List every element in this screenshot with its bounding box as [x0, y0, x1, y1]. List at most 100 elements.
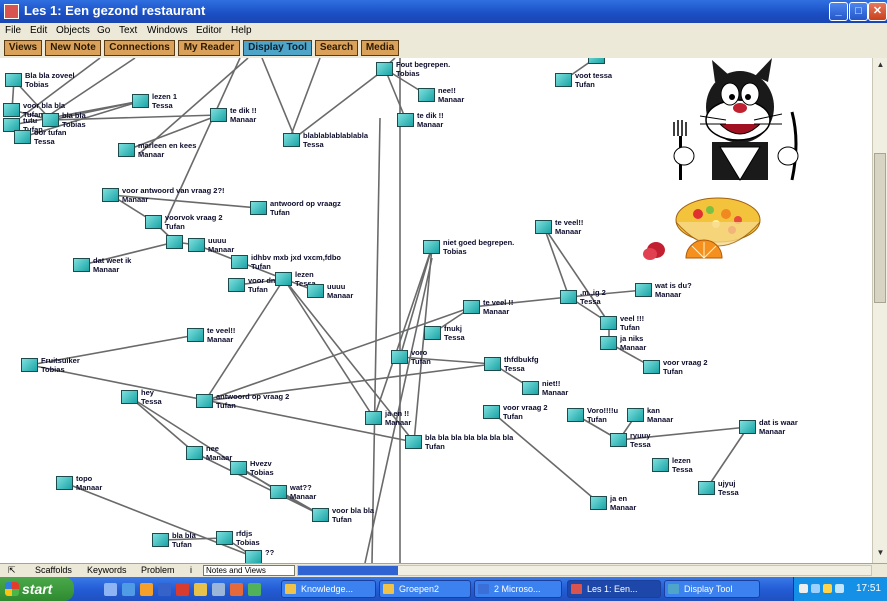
note-label[interactable]: voot tessa Tufan: [575, 71, 612, 89]
note-icon[interactable]: [231, 255, 248, 269]
note-label[interactable]: ryuuy Tessa: [630, 431, 651, 449]
note-icon[interactable]: [283, 133, 300, 147]
note-label[interactable]: te veel!! Manaar: [207, 326, 235, 344]
note-icon[interactable]: [196, 394, 213, 408]
note-label[interactable]: topo Manaar: [76, 474, 102, 492]
note-label[interactable]: dat weet ik Manaar: [93, 256, 131, 274]
task-groepen2[interactable]: Groepen2: [379, 580, 471, 598]
note-label[interactable]: veel !!! Tufan: [620, 314, 644, 332]
note-icon[interactable]: [484, 357, 501, 371]
firefox-icon[interactable]: [140, 583, 153, 596]
note-icon[interactable]: [739, 420, 756, 434]
note-icon[interactable]: [275, 272, 292, 286]
note-label[interactable]: dat is waar Manaar: [759, 418, 798, 436]
browser-icon[interactable]: [122, 583, 135, 596]
note-label[interactable]: uuuu Manaar: [327, 282, 353, 300]
note-icon[interactable]: [397, 113, 414, 127]
new-note-button[interactable]: New Note: [45, 40, 101, 56]
menu-edit[interactable]: Edit: [30, 25, 47, 36]
menu-file[interactable]: File: [5, 25, 21, 36]
app-launch-icon[interactable]: [230, 583, 243, 596]
security-icon[interactable]: [823, 584, 832, 593]
views-button[interactable]: Views: [4, 40, 42, 56]
note-icon[interactable]: [560, 290, 577, 304]
note-label[interactable]: antwoord op vraag 2 Tufan: [216, 392, 289, 410]
note-label[interactable]: Hvezv Tobias: [250, 459, 274, 477]
note-icon[interactable]: [588, 58, 605, 64]
note-icon[interactable]: [56, 476, 73, 490]
note-label[interactable]: marleen en kees Manaar: [138, 141, 196, 159]
note-label[interactable]: lezen Tessa: [672, 456, 693, 474]
note-label[interactable]: rfdjs Tobias: [236, 529, 260, 547]
note-icon[interactable]: [312, 508, 329, 522]
note-label[interactable]: voor vraag 2 Tufan: [503, 403, 548, 421]
note-label[interactable]: nee!! Manaar: [438, 86, 464, 104]
note-label[interactable]: bla bla bla bla bla bla bla Tufan: [425, 433, 513, 451]
note-label[interactable]: ja en !! Manaar: [385, 409, 411, 427]
note-icon[interactable]: [102, 188, 119, 202]
note-icon[interactable]: [535, 220, 552, 234]
maximize-button[interactable]: □: [849, 2, 868, 21]
note-icon[interactable]: [627, 408, 644, 422]
note-label[interactable]: antwoord op vraagz Tufan: [270, 199, 341, 217]
note-icon[interactable]: [270, 485, 287, 499]
note-label[interactable]: oor tufan Tessa: [34, 128, 67, 146]
note-label[interactable]: niet goed begrepen. Tobias: [443, 238, 514, 256]
menu-editor[interactable]: Editor: [196, 25, 222, 36]
tab-problem[interactable]: Problem: [141, 565, 175, 575]
note-icon[interactable]: [5, 73, 22, 87]
note-label[interactable]: thfdbukfg Tessa: [504, 355, 539, 373]
note-label[interactable]: wat is du? Manaar: [655, 281, 692, 299]
note-label[interactable]: te veel!! Manaar: [555, 218, 583, 236]
note-icon[interactable]: [145, 215, 162, 229]
note-icon[interactable]: [14, 130, 31, 144]
note-icon[interactable]: [21, 358, 38, 372]
note-icon[interactable]: [187, 328, 204, 342]
note-label[interactable]: Voro!!!!u Tufan: [587, 406, 618, 424]
task-microsoft-word[interactable]: 2 Microso...: [474, 580, 562, 598]
desktop-icon[interactable]: [104, 583, 117, 596]
note-icon[interactable]: [365, 411, 382, 425]
note-label[interactable]: ja niks Manaar: [620, 334, 646, 352]
note-icon[interactable]: [643, 360, 660, 374]
tab-keywords[interactable]: Keywords: [87, 565, 127, 575]
tab-scaffolds[interactable]: Scaffolds: [35, 565, 72, 575]
note-label[interactable]: kan Manaar: [647, 406, 673, 424]
task-display-tool[interactable]: Display Tool: [664, 580, 760, 598]
note-icon[interactable]: [483, 405, 500, 419]
note-icon[interactable]: [418, 88, 435, 102]
scaffold-toggle-icon[interactable]: ⇱: [8, 565, 16, 576]
note-label[interactable]: lezen 1 Tessa: [152, 92, 177, 110]
note-icon[interactable]: [166, 235, 183, 249]
menu-help[interactable]: Help: [231, 25, 252, 36]
horizontal-scrollbar[interactable]: [297, 565, 872, 576]
note-icon[interactable]: [188, 238, 205, 252]
note-label[interactable]: wat?? Manaar: [290, 483, 316, 501]
scroll-down-icon[interactable]: ▼: [875, 548, 886, 560]
connections-button[interactable]: Connections: [104, 40, 175, 56]
note-icon[interactable]: [423, 240, 440, 254]
note-label[interactable]: nee Manaar: [206, 444, 232, 462]
note-label[interactable]: ujyuj Tessa: [718, 479, 739, 497]
task-les1[interactable]: Les 1: Een...: [567, 580, 661, 598]
note-label[interactable]: ,m.,ig 2 Tessa: [580, 288, 606, 306]
note-icon[interactable]: [600, 316, 617, 330]
note-icon[interactable]: [118, 143, 135, 157]
note-icon[interactable]: [635, 283, 652, 297]
note-icon[interactable]: [610, 433, 627, 447]
note-icon[interactable]: [522, 381, 539, 395]
tool-launch-icon[interactable]: [248, 583, 261, 596]
note-label[interactable]: bla bla Tobias: [62, 111, 86, 129]
task-knowledge[interactable]: Knowledge...: [281, 580, 376, 598]
note-icon[interactable]: [555, 73, 572, 87]
note-icon[interactable]: [307, 284, 324, 298]
note-icon[interactable]: [376, 62, 393, 76]
close-button[interactable]: ✕: [868, 2, 887, 21]
menu-text[interactable]: Text: [119, 25, 137, 36]
network-icon[interactable]: [811, 584, 820, 593]
scroll-up-icon[interactable]: ▲: [875, 60, 886, 72]
note-icon[interactable]: [42, 113, 59, 127]
note-label[interactable]: voor dm Tufan: [248, 276, 278, 294]
note-icon[interactable]: [245, 550, 262, 563]
note-label[interactable]: Fruitsuiker Tobias: [41, 356, 80, 374]
